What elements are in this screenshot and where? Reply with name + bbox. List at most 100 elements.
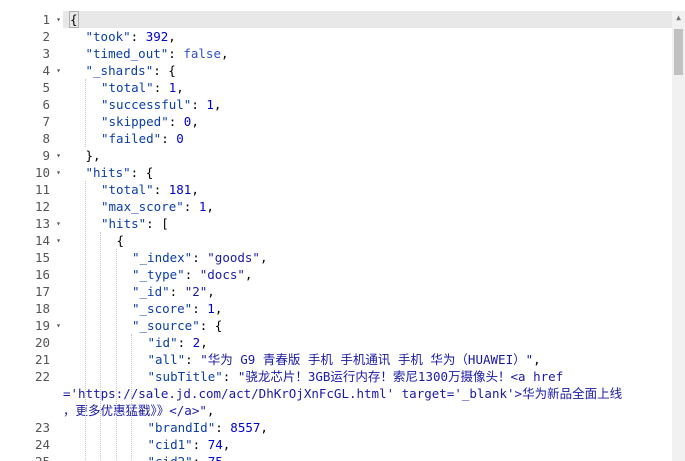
line-number: 3 — [8, 45, 63, 62]
line-number-text: 14 — [34, 233, 50, 248]
scrollbar-thumb[interactable] — [674, 29, 683, 75]
code-token: false — [183, 46, 221, 61]
line-number: 23 — [8, 419, 63, 436]
code-token: "cid1" — [147, 437, 193, 452]
indent-guide — [84, 181, 86, 461]
code-token: { — [116, 233, 125, 248]
line-number-text: 8 — [42, 131, 50, 146]
code-token: , — [223, 454, 231, 461]
fold-toggle-icon[interactable]: ▾ — [56, 147, 61, 164]
code-line: "took": 392, — [86, 28, 176, 45]
code-token: "max_score" — [101, 199, 184, 214]
code-line: "timed_out": false, — [86, 45, 229, 62]
code-token: "goods" — [207, 250, 260, 265]
code-token: : — [193, 454, 208, 461]
line-number: 5 — [8, 79, 63, 96]
line-number: 18 — [8, 300, 63, 317]
code-line: "all": "华为 G9 青春版 手机 手机通讯 手机 华为（HUAWEI）"… — [148, 351, 541, 368]
code-token: : — [130, 29, 146, 44]
code-token: 1 — [206, 97, 214, 112]
code-token: "hits" — [101, 216, 147, 231]
line-number: 2 — [8, 28, 63, 45]
line-number: 16 — [8, 266, 63, 283]
line-number-text: 9 — [42, 148, 50, 163]
code-token: : — [184, 267, 200, 282]
fold-toggle-icon[interactable]: ▾ — [56, 164, 61, 181]
code-line: "max_score": 1, — [101, 198, 214, 215]
scroll-up-icon[interactable]: ▲ — [672, 11, 685, 24]
line-number: 6 — [8, 96, 63, 113]
code-line: "hits": [ — [101, 215, 169, 232]
code-line: "hits": { — [86, 164, 154, 181]
line-number: 14 ▾ — [8, 232, 63, 249]
code-token: : — [215, 420, 231, 435]
line-number-gutter: 1 ▾ 2 3 4 ▾ 5 6 7 8 9 ▾ 10 ▾ 11 12 13 ▾ 14 ▾ 15 16 17 18 19 ▾ 20 21… — [8, 0, 63, 461]
code-token: "brandId" — [147, 420, 216, 435]
line-number: 15 — [8, 249, 63, 266]
code-token: , — [206, 403, 215, 418]
code-token: 8557 — [230, 420, 261, 435]
line-number: 13 ▾ — [8, 215, 63, 232]
code-token: , — [200, 335, 208, 350]
line-number-text: 2 — [42, 29, 50, 44]
code-token: 392 — [145, 29, 169, 44]
code-token: : — [192, 301, 208, 316]
code-token: "subTitle" — [147, 369, 223, 384]
line-number-text: 23 — [34, 420, 50, 435]
code-token: "_score" — [132, 301, 193, 316]
code-token: { — [69, 11, 79, 28]
code-token: "2" — [184, 284, 208, 299]
code-token: "timed_out" — [85, 46, 169, 61]
code-token: "cid2" — [148, 454, 193, 461]
line-number-text: 3 — [42, 46, 50, 61]
code-token: : — [168, 46, 184, 61]
code-line-wrapped: ='https://sale.jd.com/act/DhKrOjXnFcGL.h… — [63, 385, 622, 402]
fold-toggle-icon[interactable]: ▾ — [56, 62, 61, 79]
json-editor[interactable]: 1 ▾ 2 3 4 ▾ 5 6 7 8 9 ▾ 10 ▾ 11 12 13 ▾ 14 ▾ 15 16 17 18 19 ▾ 20 21… — [0, 0, 685, 461]
code-token: "all" — [147, 352, 186, 367]
fold-toggle-icon[interactable]: ▾ — [56, 11, 61, 28]
line-number: 8 — [8, 130, 63, 147]
line-number-text: 10 — [34, 165, 50, 180]
line-number — [8, 402, 63, 419]
code-token: 74 — [207, 437, 223, 452]
code-token: , — [206, 199, 214, 214]
code-token: , — [191, 182, 199, 197]
code-token: "docs" — [199, 267, 245, 282]
code-line: "successful": 1, — [101, 96, 221, 113]
fold-toggle-icon[interactable]: ▾ — [56, 232, 61, 249]
code-line: "total": 181, — [101, 181, 199, 198]
code-token: : [ — [146, 216, 169, 231]
indent-guide — [100, 232, 101, 461]
code-line: "_id": "2", — [132, 283, 215, 300]
code-token: , — [213, 97, 222, 112]
code-token: : — [222, 369, 238, 384]
line-number-text: 4 — [42, 63, 50, 78]
line-number-text: 19 — [34, 318, 50, 333]
line-number-text: 5 — [42, 80, 50, 95]
code-line: "_shards": { — [86, 62, 176, 79]
code-token: "骁龙芯片！3GB运行内存！索尼1300万摄像头！<a href — [237, 369, 564, 384]
line-number-text: 15 — [34, 250, 50, 265]
code-token: : — [169, 284, 185, 299]
fold-toggle-icon[interactable]: ▾ — [56, 317, 61, 334]
code-content[interactable]: {"took": 392, "timed_out": false, "_shards… — [63, 0, 672, 461]
code-line: "brandId": 8557, — [148, 419, 268, 436]
vertical-scrollbar[interactable]: ▲ — [672, 11, 685, 461]
code-token: : — [168, 114, 184, 129]
line-number-text: 25 — [35, 453, 50, 461]
code-token: : { — [130, 165, 154, 180]
code-token: : — [153, 80, 169, 95]
fold-toggle-icon[interactable]: ▾ — [56, 215, 61, 232]
line-number: 17 — [8, 283, 63, 300]
line-number: 12 — [8, 198, 63, 215]
line-number: 1 ▾ — [8, 11, 63, 28]
line-number-text: 13 — [34, 216, 50, 231]
line-number-text: 7 — [42, 114, 50, 129]
code-token: "failed" — [101, 131, 162, 146]
line-number-text: 21 — [34, 352, 50, 367]
line-number-text: 24 — [34, 437, 50, 452]
code-token: "华为 G9 青春版 手机 手机通讯 手机 华为（HUAWEI）" — [200, 352, 534, 367]
code-line: { — [117, 232, 125, 249]
code-token: , — [168, 29, 176, 44]
